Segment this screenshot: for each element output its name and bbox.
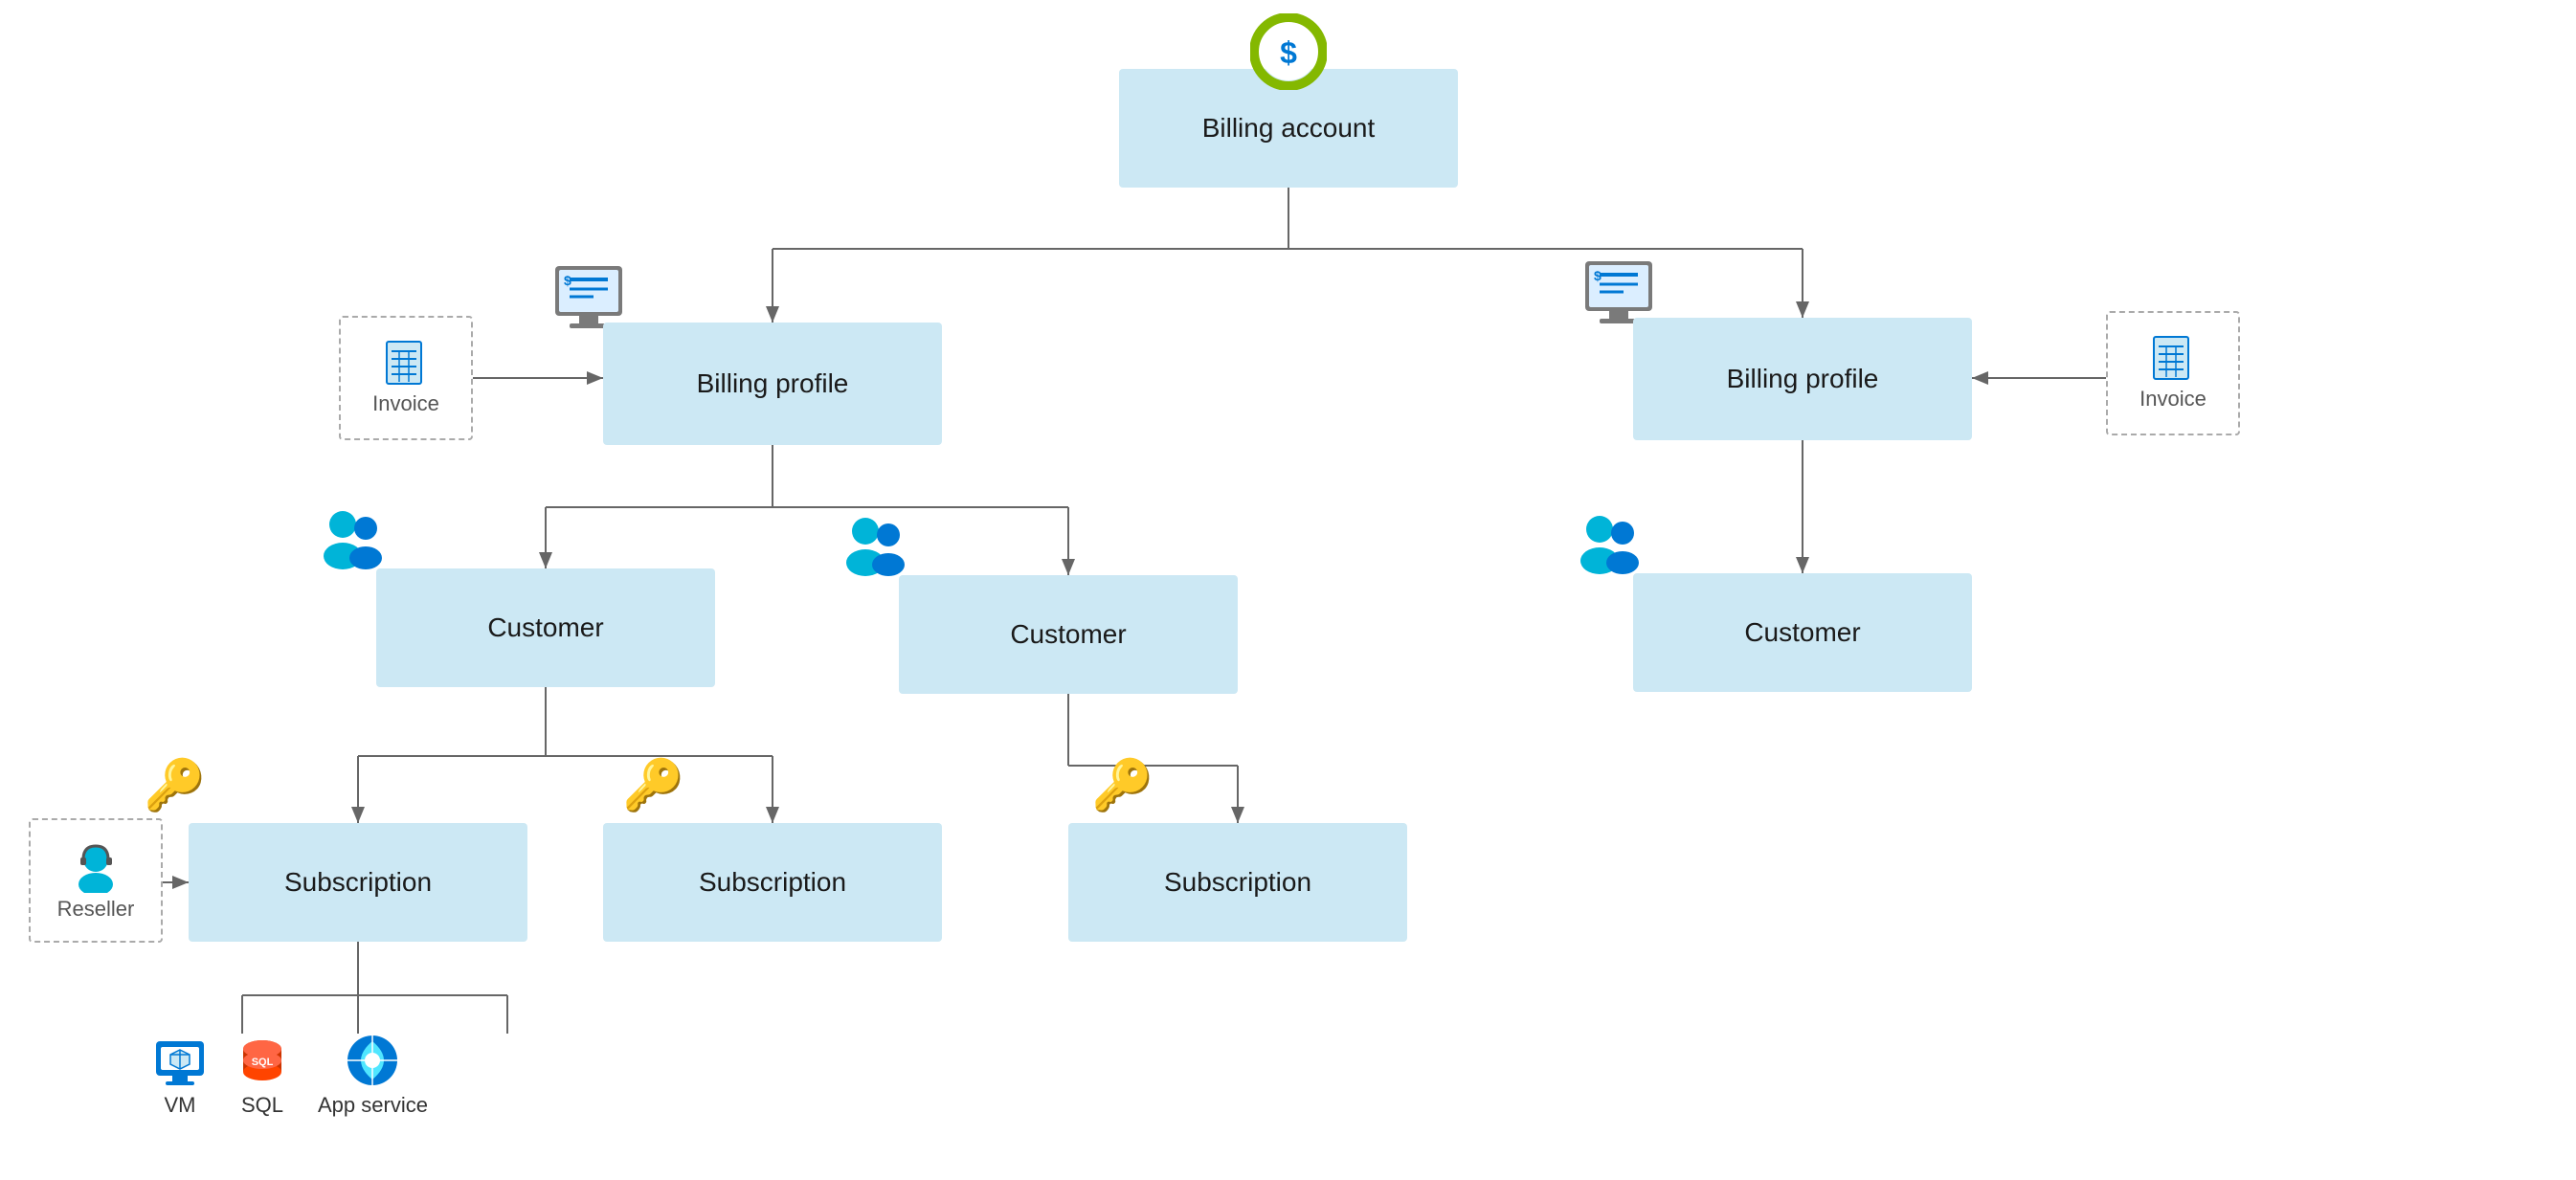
app-service-resource: App service: [318, 1034, 428, 1118]
invoice-left-icon: [382, 340, 430, 388]
customer-1-label: Customer: [487, 612, 603, 643]
billing-account-icon: $: [1250, 13, 1327, 90]
subscription-3-node: Subscription: [1068, 823, 1407, 942]
vm-icon: [153, 1034, 207, 1087]
subscription-2-node: Subscription: [603, 823, 942, 942]
reseller-label: Reseller: [57, 897, 135, 922]
billing-account-label: Billing account: [1202, 113, 1376, 144]
customer-2-label: Customer: [1010, 619, 1126, 650]
billing-profile-left-label: Billing profile: [697, 368, 849, 399]
resources-group: VM SQL SQL App service: [153, 1034, 428, 1118]
billing-profile-left-node: Billing profile: [603, 323, 942, 445]
billing-profile-right-label: Billing profile: [1727, 364, 1879, 394]
diagram: $ Billing account $ Billing profile: [0, 0, 2576, 1180]
key-icon-1: 🔑: [144, 756, 206, 814]
svg-text:$: $: [564, 273, 571, 288]
sql-icon: SQL: [235, 1034, 289, 1087]
billing-profile-right-node: Billing profile: [1633, 318, 1972, 440]
svg-text:$: $: [1594, 268, 1602, 283]
subscription-3-label: Subscription: [1164, 867, 1311, 898]
invoice-right-icon: [2149, 335, 2197, 383]
invoice-left-label: Invoice: [372, 391, 439, 416]
sql-label: SQL: [241, 1093, 283, 1118]
app-service-label: App service: [318, 1093, 428, 1118]
customer-3-label: Customer: [1744, 617, 1860, 648]
vm-label: VM: [165, 1093, 196, 1118]
invoice-left-box: Invoice: [339, 316, 473, 440]
key-icon-2: 🔑: [622, 756, 684, 814]
vm-resource: VM: [153, 1034, 207, 1118]
reseller-icon: [70, 840, 123, 893]
subscription-1-label: Subscription: [284, 867, 432, 898]
subscription-1-node: Subscription: [189, 823, 527, 942]
customer-2-node: Customer: [899, 575, 1238, 694]
invoice-right-box: Invoice: [2106, 311, 2240, 435]
subscription-2-label: Subscription: [699, 867, 846, 898]
invoice-right-label: Invoice: [2139, 387, 2206, 412]
customer-1-node: Customer: [376, 568, 715, 687]
billing-account-node: $ Billing account: [1119, 69, 1458, 188]
svg-text:$: $: [1280, 35, 1297, 70]
key-icon-3: 🔑: [1091, 756, 1154, 814]
customer-3-node: Customer: [1633, 573, 1972, 692]
svg-text:SQL: SQL: [252, 1057, 274, 1068]
sql-resource: SQL SQL: [235, 1034, 289, 1118]
reseller-box: Reseller: [29, 818, 163, 943]
app-service-icon: [346, 1034, 399, 1087]
